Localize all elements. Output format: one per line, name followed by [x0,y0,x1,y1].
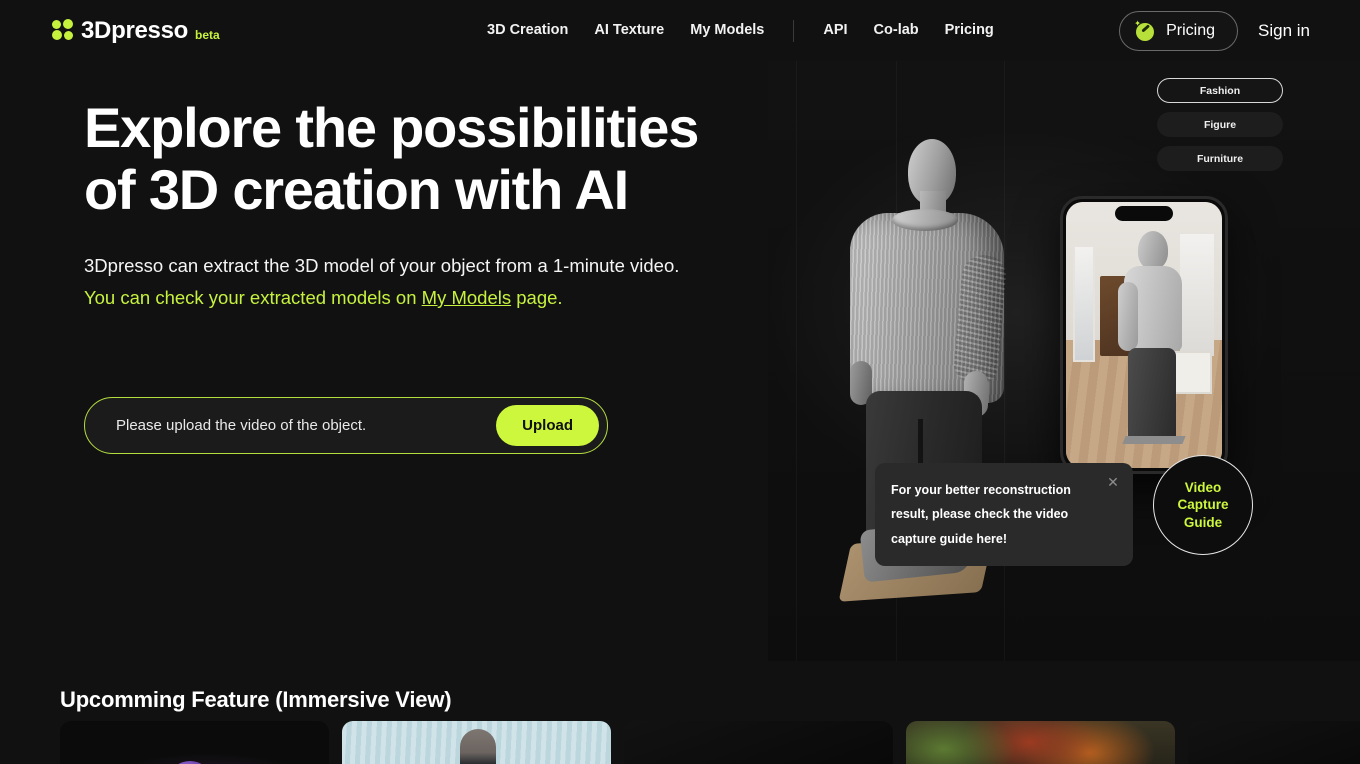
page-title: Explore the possibilities of 3D creation… [84,96,699,221]
category-chip-figure[interactable]: Figure [1157,112,1283,137]
upcoming-card-row [60,721,1360,764]
pricing-button[interactable]: ✦ Pricing [1119,10,1239,51]
nav-item-ai-texture[interactable]: AI Texture [581,0,677,61]
nav-item-api[interactable]: API [810,0,860,61]
header-actions: ✦ Pricing Sign in [1119,0,1316,61]
hero-copy: Explore the possibilities of 3D creation… [84,97,744,314]
site-header: 3Dpresso beta 3D Creation AI Texture My … [0,0,1360,61]
capture-guide-tooltip: For your better reconstruction result, p… [875,463,1133,567]
nav-item-my-models[interactable]: My Models [677,0,777,61]
hero-visual: Fashion Figure Furniture For your better… [768,61,1360,661]
my-models-link[interactable]: My Models [422,287,511,308]
category-chip-list: Fashion Figure Furniture [1157,78,1283,171]
upload-button[interactable]: Upload [496,405,599,446]
hero-subtitle-line2-pre: You can check your extracted models on [84,287,422,308]
phone-ar-preview [1060,196,1228,474]
hero-subtitle-line2-post: page. [511,287,563,308]
phone-notch [1115,206,1173,221]
hero-subtitle: 3Dpresso can extract the 3D model of you… [84,250,744,314]
nav-divider [793,19,795,42]
nav-item-3d-creation[interactable]: 3D Creation [474,0,581,61]
coin-icon: ✦ [1134,19,1156,42]
brand-beta-tag: beta [194,27,220,42]
upload-hint-text: Please upload the video of the object. [116,417,367,434]
brand-logo[interactable]: 3Dpresso beta [52,16,220,44]
upcoming-card[interactable] [60,721,329,764]
video-capture-guide-label: Video Capture Guide [1177,480,1229,530]
main-nav: 3D Creation AI Texture My Models API Co-… [474,0,1007,61]
video-capture-guide-badge[interactable]: Video Capture Guide [1153,455,1253,555]
phone-screen [1066,202,1222,468]
upcoming-card[interactable] [624,721,893,764]
upcoming-section-title: Upcomming Feature (Immersive View) [60,687,452,712]
page-root: 3Dpresso beta 3D Creation AI Texture My … [0,0,1360,764]
nav-item-pricing[interactable]: Pricing [932,0,1007,61]
sign-in-button[interactable]: Sign in [1252,21,1316,41]
category-chip-furniture[interactable]: Furniture [1157,146,1283,171]
upcoming-card[interactable] [906,721,1175,764]
hero-subtitle-line1: 3Dpresso can extract the 3D model of you… [84,255,680,277]
upcoming-feature-section: Upcomming Feature (Immersive View) [0,661,1360,764]
nav-item-co-lab[interactable]: Co-lab [861,0,932,61]
close-icon[interactable]: ✕ [1105,474,1121,490]
brand-name: 3Dpresso [81,16,188,44]
upload-bar[interactable]: Please upload the video of the object. U… [84,397,608,454]
category-chip-fashion[interactable]: Fashion [1157,78,1283,103]
pricing-button-label: Pricing [1166,21,1216,39]
hero-subtitle-line2: You can check your extracted models on M… [84,282,744,314]
upcoming-card[interactable] [1188,721,1360,764]
tooltip-text: For your better reconstruction result, p… [891,483,1071,546]
upcoming-card[interactable] [342,721,611,764]
four-dot-logo-icon [52,18,74,41]
hero-section: Explore the possibilities of 3D creation… [0,61,1360,661]
